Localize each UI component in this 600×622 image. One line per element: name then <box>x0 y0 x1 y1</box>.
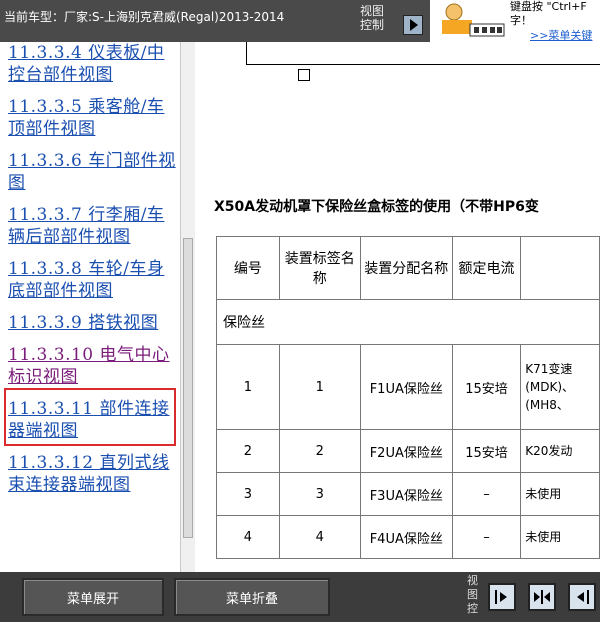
table-cell: 3 <box>216 472 280 516</box>
view-toggle-button[interactable] <box>403 15 423 35</box>
table-header-row: 编号 装置标签名称 装置分配名称 额定电流 <box>216 236 600 300</box>
mechanic-mascot-icon <box>442 3 505 37</box>
diagram-marker-icon <box>298 69 310 81</box>
table-cell: 15安培 <box>451 429 522 473</box>
table-cell: F2UA保险丝 <box>359 429 453 473</box>
table-cell: K71变速(MDK)、(MH8、 <box>520 344 600 430</box>
table-cell: 15安培 <box>451 344 522 430</box>
content-pane: X50A发动机罩下保险丝盒标签的使用（不带HP6变 编号 装置标签名称 装置分配… <box>206 42 600 572</box>
table-cell: F3UA保险丝 <box>359 472 453 516</box>
table-cell: 1 <box>278 344 361 430</box>
table-cell: – <box>451 472 522 516</box>
section-title: X50A发动机罩下保险丝盒标签的使用（不带HP6变 <box>214 199 539 215</box>
diagram-frame <box>246 42 600 65</box>
column-header <box>520 236 600 300</box>
column-header: 编号 <box>216 236 280 300</box>
table-row: 4 4 F4UA保险丝 – 未使用 <box>216 515 600 559</box>
table-cell: 4 <box>216 515 280 559</box>
sidebar-item-electrical-center-views[interactable]: 11.3.3.10 电气中心标识视图 <box>8 344 180 388</box>
fuse-table: 编号 装置标签名称 装置分配名称 额定电流 保险丝 1 1 F1UA保险丝 15… <box>216 236 600 559</box>
view-left-button[interactable] <box>568 583 596 611</box>
ad-link[interactable]: >>菜单关键 <box>530 27 592 43</box>
top-bar: 当前车型：厂家:S-上海别克君威(Regal)2013-2014 视图 控制 键… <box>0 0 600 42</box>
sidebar-item-door-views[interactable]: 11.3.3.6 车门部件视图 <box>8 150 180 194</box>
table-cell: 未使用 <box>520 472 600 516</box>
sidebar-scrollbar[interactable] <box>180 42 195 572</box>
column-header: 装置分配名称 <box>359 236 453 300</box>
ad-text: 字！ <box>510 14 532 27</box>
table-cell: – <box>451 515 522 559</box>
table-cell: K20发动 <box>520 429 600 473</box>
current-vehicle-label: 当前车型：厂家:S-上海别克君威(Regal)2013-2014 <box>4 10 285 24</box>
fuse-subhead: 保险丝 <box>216 299 600 345</box>
table-row: 2 2 F2UA保险丝 15安培 K20发动 <box>216 429 600 473</box>
table-cell: 未使用 <box>520 515 600 559</box>
table-cell: 1 <box>216 344 280 430</box>
ad-banner[interactable]: 键盘按 "Ctrl+F 字！ >>菜单关键 <box>430 0 600 42</box>
sidebar-item-inline-harness-connector-views[interactable]: 11.3.3.12 直列式线束连接器端视图 <box>8 452 180 496</box>
table-cell: 2 <box>278 429 361 473</box>
table-cell: 4 <box>278 515 361 559</box>
arrow-right-icon <box>495 590 507 604</box>
table-row: 1 1 F1UA保险丝 15安培 K71变速(MDK)、(MH8、 <box>216 344 600 430</box>
sidebar-item-trunk-rear-views[interactable]: 11.3.3.7 行李厢/车辆后部部件视图 <box>8 204 180 248</box>
table-cell: 2 <box>216 429 280 473</box>
table-row: 3 3 F3UA保险丝 – 未使用 <box>216 472 600 516</box>
arrow-left-icon <box>577 590 589 604</box>
table-cell: F1UA保险丝 <box>359 344 453 430</box>
table-subhead-row: 保险丝 <box>216 299 600 345</box>
table-cell: 3 <box>278 472 361 516</box>
sidebar-item-wheel-underbody-views[interactable]: 11.3.3.8 车轮/车身底部部件视图 <box>8 258 180 302</box>
sidebar-item-passenger-cabin-views[interactable]: 11.3.3.5 乘客舱/车顶部件视图 <box>8 96 180 140</box>
table-cell: F4UA保险丝 <box>359 515 453 559</box>
view-right-button[interactable] <box>488 583 516 611</box>
split-view-icon <box>534 590 550 604</box>
view-split-button[interactable] <box>528 583 556 611</box>
menu-collapse-button[interactable]: 菜单折叠 <box>174 578 330 616</box>
column-header: 装置标签名称 <box>278 236 361 300</box>
sidebar-menu: 11.3.3.4 仪表板/中控台部件视图 11.3.3.5 乘客舱/车顶部件视图… <box>0 42 195 572</box>
sidebar-item-dashboard-views[interactable]: 11.3.3.4 仪表板/中控台部件视图 <box>8 42 180 86</box>
arrow-right-icon <box>410 19 418 31</box>
bottom-toolbar: 菜单展开 菜单折叠 视图控 <box>0 572 600 622</box>
column-header: 额定电流 <box>451 236 522 300</box>
view-control-label: 视图控 <box>467 574 478 615</box>
sidebar-item-ground-views[interactable]: 11.3.3.9 搭铁视图 <box>8 312 180 334</box>
selected-item-highlight <box>4 388 176 446</box>
view-control-label: 视图 控制 <box>360 4 385 32</box>
menu-expand-button[interactable]: 菜单展开 <box>22 578 164 616</box>
sidebar-scroll-thumb[interactable] <box>183 238 193 538</box>
